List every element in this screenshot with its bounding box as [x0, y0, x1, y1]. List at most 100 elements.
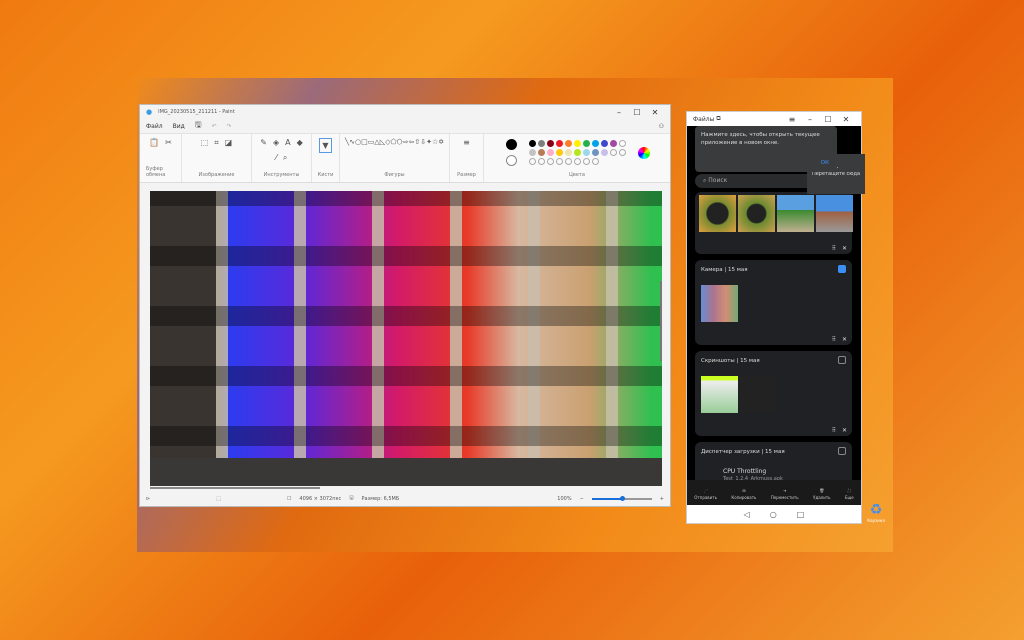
color-swatch[interactable] [564, 140, 572, 147]
close-button[interactable]: ✕ [646, 108, 664, 117]
select-icon[interactable]: ⬚ [201, 138, 209, 148]
undo-icon[interactable]: ↶ [212, 123, 217, 130]
thumbnail[interactable] [740, 376, 777, 413]
vertical-scrollbar[interactable] [660, 281, 662, 361]
new-window-icon[interactable]: ⧉ [716, 115, 720, 123]
tooltip-ok-button[interactable]: ОК [821, 160, 829, 168]
shapes-gallery[interactable]: ╲∿○□▭△◺◇⬠⬡⇨⇦⇧⇩✦☆✡ [345, 138, 444, 146]
dismiss-icon[interactable]: ✕ [842, 336, 847, 343]
files-close-button[interactable]: ✕ [837, 115, 855, 124]
color-swatch[interactable] [555, 140, 563, 147]
color-swatch[interactable] [537, 158, 545, 165]
drag-handle-icon[interactable]: ⠿ [832, 245, 836, 252]
color-swatch[interactable] [546, 158, 554, 165]
brush-icon[interactable]: ▼ [319, 138, 332, 153]
color-swatch[interactable] [537, 140, 545, 147]
color-swatch[interactable] [564, 149, 572, 156]
color-swatch[interactable] [573, 149, 581, 156]
thumbnail[interactable] [701, 376, 738, 413]
color-swatch[interactable] [582, 149, 590, 156]
fill-icon[interactable]: ◈ [273, 138, 279, 147]
home-icon[interactable]: ○ [770, 510, 777, 519]
thumbnail[interactable] [738, 195, 775, 232]
color-swatch[interactable] [555, 149, 563, 156]
more-button[interactable]: ⛶ Еще [845, 488, 854, 500]
zoom-slider-thumb[interactable] [619, 496, 625, 501]
color2-swatch[interactable] [505, 155, 517, 166]
crop-icon[interactable]: ⌗ [214, 138, 219, 148]
zoom-in-button[interactable]: + [660, 496, 664, 502]
section-checkbox[interactable] [838, 447, 846, 455]
zoom-slider[interactable] [591, 496, 652, 501]
color-swatch[interactable] [591, 158, 599, 165]
color-swatch[interactable] [555, 158, 563, 165]
color-swatch[interactable] [528, 149, 536, 156]
color-swatch[interactable] [546, 149, 554, 156]
horizontal-scrollbar[interactable] [150, 487, 320, 489]
copy-button[interactable]: ⊞ Копировать [731, 488, 756, 500]
recycle-bin[interactable]: ♻ Корзина [864, 502, 888, 523]
size-icon[interactable]: ≡ [463, 138, 470, 147]
color-swatch[interactable] [546, 140, 554, 147]
color-swatch[interactable] [609, 149, 617, 156]
move-button[interactable]: ⇥ Переместить [771, 488, 799, 500]
color-swatch[interactable] [618, 140, 626, 147]
color-swatch[interactable] [582, 140, 590, 147]
image-canvas[interactable] [150, 191, 662, 486]
picker-icon[interactable]: ⁄ [276, 153, 277, 163]
recycle-bin-icon: ♻ [869, 502, 883, 518]
delete-button[interactable]: 🗑 Удалить [813, 488, 831, 500]
zoom-out-button[interactable]: − [580, 496, 584, 502]
color-swatch[interactable] [618, 149, 626, 156]
rotate-icon[interactable]: ◪ [225, 138, 233, 148]
files-minimize-button[interactable]: – [801, 115, 819, 124]
color-swatch[interactable] [528, 140, 536, 147]
color-swatch[interactable] [591, 140, 599, 147]
search-placeholder: Поиск [708, 177, 728, 184]
color-swatch[interactable] [600, 149, 608, 156]
text-icon[interactable]: A [285, 138, 290, 147]
dismiss-icon[interactable]: ✕ [842, 427, 847, 434]
menu-icon[interactable]: ≡ [783, 115, 801, 124]
more-icon: ⛶ [847, 487, 851, 493]
color-swatch[interactable] [564, 158, 572, 165]
pencil-icon[interactable]: ✎ [260, 138, 267, 147]
color-swatch[interactable] [591, 149, 599, 156]
recents-icon[interactable]: □ [797, 510, 805, 519]
thumbnail[interactable] [777, 195, 814, 232]
thumbnail[interactable] [816, 195, 853, 232]
paste-icon[interactable]: 📋 [149, 138, 159, 147]
download-name[interactable]: CPU Throttling [723, 468, 766, 475]
maximize-button[interactable]: ☐ [628, 108, 646, 117]
color-swatch[interactable] [609, 140, 617, 147]
color-swatch[interactable] [573, 158, 581, 165]
thumbnail[interactable] [699, 195, 736, 232]
color-swatch[interactable] [600, 140, 608, 147]
color-swatch[interactable] [537, 149, 545, 156]
color-swatch[interactable] [582, 158, 590, 165]
menu-view[interactable]: Вид [173, 123, 185, 130]
edit-colors-icon[interactable] [637, 146, 650, 159]
color-swatch[interactable] [573, 140, 581, 147]
minimize-button[interactable]: – [610, 108, 628, 117]
section-checkbox[interactable] [838, 356, 846, 364]
color-swatch[interactable] [528, 158, 536, 165]
drag-handle-icon[interactable]: ⠿ [832, 336, 836, 343]
remote-desktop: ● IMG_20230515_211211 - Paint – ☐ ✕ Файл… [137, 78, 893, 552]
cut-icon[interactable]: ✂ [165, 138, 172, 147]
files-maximize-button[interactable]: ☐ [819, 115, 837, 124]
thumbnail[interactable] [701, 285, 738, 322]
color1-swatch[interactable] [505, 139, 517, 150]
send-button[interactable]: ⋰ Отправить [694, 488, 717, 500]
redo-icon[interactable]: ↷ [227, 123, 232, 130]
share-icon[interactable]: ⚇ [659, 123, 664, 130]
drag-handle-icon[interactable]: ⠿ [832, 427, 836, 434]
section-checkbox[interactable] [838, 265, 846, 273]
menu-file[interactable]: Файл [146, 123, 163, 130]
dismiss-icon[interactable]: ✕ [842, 245, 847, 252]
eraser-icon[interactable]: ◆ [297, 138, 303, 147]
magnifier-icon[interactable]: ⌕ [283, 153, 287, 163]
save-icon[interactable]: 🖫 [195, 119, 202, 133]
back-icon[interactable]: ◁ [744, 510, 750, 519]
files-titlebar: Файлы ⧉ ≡ – ☐ ✕ [687, 112, 861, 126]
